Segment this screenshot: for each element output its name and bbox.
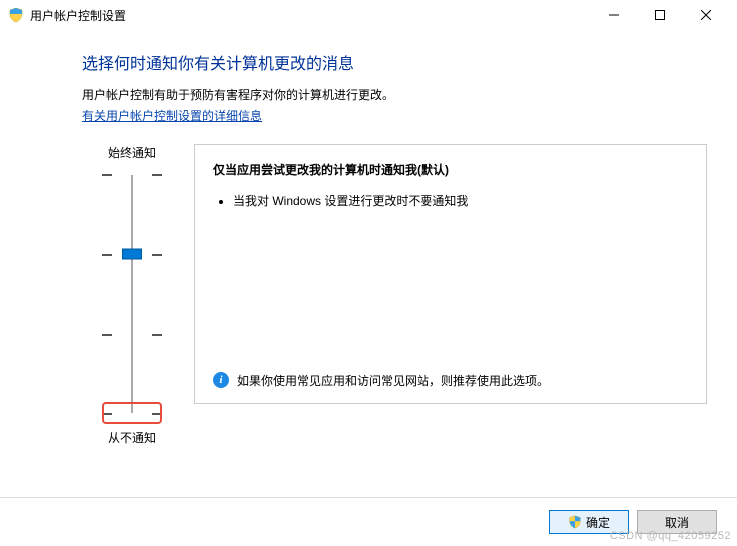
shield-icon: [568, 515, 582, 529]
slider-tick: [102, 334, 162, 336]
slider-tick: [102, 174, 162, 176]
learn-more-link[interactable]: 有关用户帐户控制设置的详细信息: [82, 109, 262, 123]
window-controls: [591, 0, 729, 30]
titlebar: 用户帐户控制设置: [0, 0, 737, 30]
level-bullet: 当我对 Windows 设置进行更改时不要通知我: [233, 192, 688, 209]
slider-top-label: 始终通知: [108, 144, 156, 161]
watermark: CSDN @qq_42059252: [610, 530, 731, 542]
slider-thumb[interactable]: [122, 249, 142, 260]
maximize-button[interactable]: [637, 0, 683, 30]
recommendation-text: 如果你使用常见应用和访问常见网站，则推荐使用此选项。: [237, 372, 549, 389]
minimize-button[interactable]: [591, 0, 637, 30]
content-area: 选择何时通知你有关计算机更改的消息 用户帐户控制有助于预防有害程序对你的计算机进…: [0, 30, 737, 446]
shield-icon: [8, 7, 24, 23]
annotation-highlight: [102, 402, 162, 424]
page-heading: 选择何时通知你有关计算机更改的消息: [82, 50, 707, 74]
page-description: 用户帐户控制有助于预防有害程序对你的计算机进行更改。: [82, 86, 707, 103]
slider-rail: [131, 175, 133, 413]
level-bullets: 当我对 Windows 设置进行更改时不要通知我: [213, 192, 688, 215]
window-title: 用户帐户控制设置: [30, 7, 126, 24]
ok-label: 确定: [586, 514, 610, 531]
close-button[interactable]: [683, 0, 729, 30]
cancel-label: 取消: [665, 514, 689, 531]
notification-slider[interactable]: [102, 169, 162, 419]
slider-bottom-label: 从不通知: [108, 429, 156, 446]
separator: [0, 497, 737, 498]
main-area: 始终通知 从不通知 仅当应用尝试更改我的计算机时通知我(默认) 当我对 Wind…: [82, 144, 707, 446]
slider-column: 始终通知 从不通知: [82, 144, 182, 446]
level-detail-box: 仅当应用尝试更改我的计算机时通知我(默认) 当我对 Windows 设置进行更改…: [194, 144, 707, 404]
level-title: 仅当应用尝试更改我的计算机时通知我(默认): [213, 161, 688, 178]
info-icon: i: [213, 372, 229, 388]
recommendation-row: i 如果你使用常见应用和访问常见网站，则推荐使用此选项。: [213, 372, 688, 389]
